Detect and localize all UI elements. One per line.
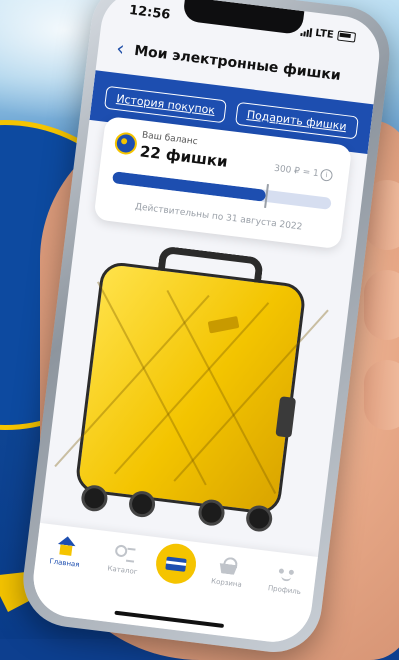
network-type: LTE — [314, 27, 335, 41]
tab-card[interactable] — [153, 541, 199, 587]
catalog-icon — [112, 542, 136, 565]
basket-icon — [216, 555, 240, 578]
card-icon — [165, 556, 187, 572]
status-time: 12:56 — [128, 2, 172, 23]
home-icon — [54, 535, 78, 558]
rate-text: 300 ₽ = 1i — [273, 163, 334, 182]
tab-basket[interactable]: Корзина — [200, 553, 255, 590]
balance-progress-fill — [111, 171, 267, 202]
status-indicators: LTE — [299, 25, 357, 43]
finger — [364, 360, 399, 430]
rate-value: 300 ₽ = 1 — [273, 163, 320, 180]
profile-icon — [274, 562, 298, 585]
tab-profile[interactable]: Профиль — [258, 560, 313, 597]
tab-label: Каталог — [107, 564, 138, 577]
battery-icon — [337, 30, 357, 43]
suitcase-lock — [275, 396, 297, 438]
tab-label: Профиль — [267, 584, 302, 597]
finger — [364, 270, 399, 340]
signal-icon — [299, 26, 312, 37]
tab-label: Корзина — [210, 577, 243, 589]
tab-catalog[interactable]: Каталог — [96, 540, 151, 577]
tab-home[interactable]: Главная — [38, 533, 93, 570]
info-icon[interactable]: i — [319, 168, 334, 182]
balance-value: 22 фишки — [138, 142, 229, 171]
tab-label: Главная — [48, 557, 80, 569]
suitcase-logo — [207, 315, 240, 334]
chevron-left-icon[interactable]: ‹ — [115, 36, 137, 61]
suitcase-image — [54, 233, 329, 549]
suitcase-body — [54, 260, 329, 516]
coin-icon — [113, 131, 139, 156]
